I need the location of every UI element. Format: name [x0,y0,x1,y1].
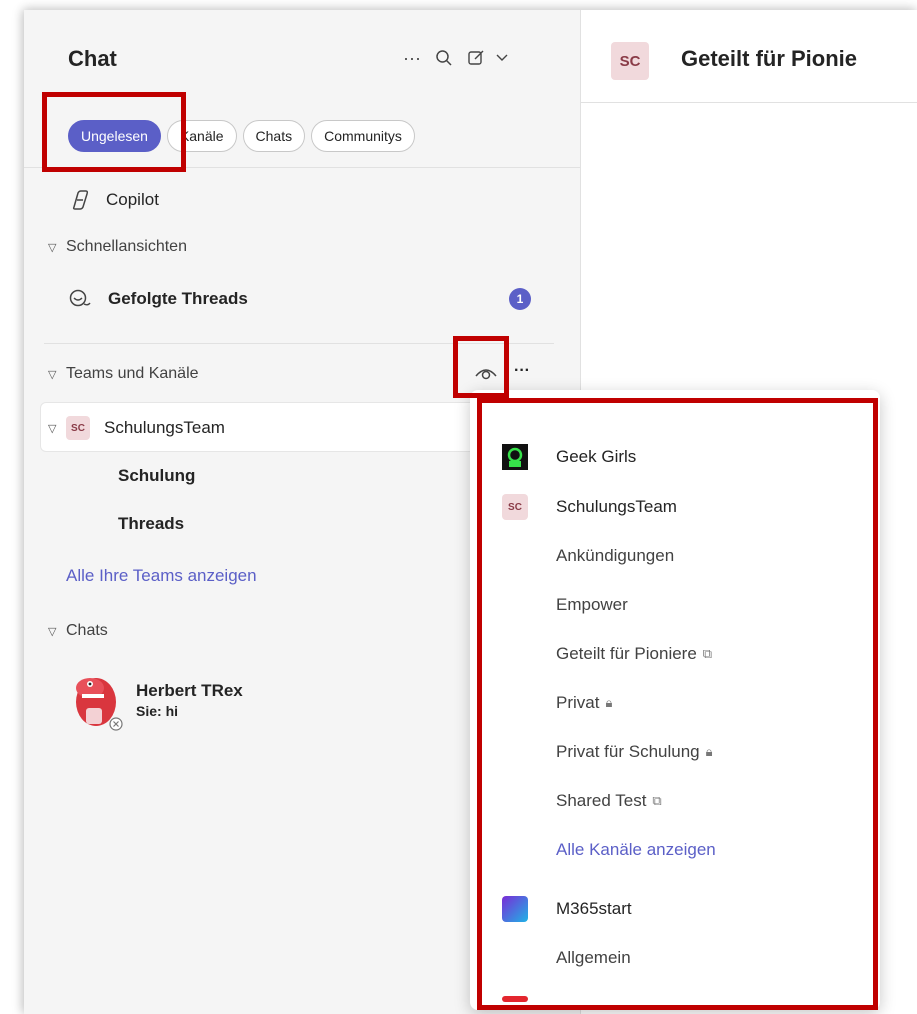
avatar [76,678,123,731]
teams-window: Chat ··· Ungelesen Kanäle Chats Communit… [24,10,917,1014]
chevron-down-icon: ▽ [48,625,57,638]
channel-item[interactable]: Threads [118,514,184,534]
popup-channel-privat-schulung[interactable]: Privat für Schulung 🔒︎ [556,742,713,762]
chevron-down-icon: ▽ [48,368,57,381]
lock-icon: 🔒︎ [705,744,713,759]
geek-girls-avatar [502,444,528,470]
teams-channels-header[interactable]: ▽ Teams und Kanäle [48,365,199,383]
channel-label: Ankündigungen [556,546,675,565]
filter-chats[interactable]: Chats [242,120,306,152]
copilot-item[interactable]: Copilot [68,188,159,212]
chevron-down-icon[interactable] [492,40,512,76]
popup-channel-empower[interactable]: Empower [556,595,628,615]
copilot-icon [72,190,89,210]
chat-preview: Sie: hi [136,703,179,719]
chats-label: Chats [66,622,108,639]
more-options-icon[interactable]: ··· [396,40,428,76]
team-avatar: SC [66,416,90,440]
conversation-header: SC Geteilt für Pionie [581,10,917,103]
search-icon[interactable] [428,40,460,76]
chevron-down-icon: ▽ [48,241,57,254]
filter-bar: Ungelesen Kanäle Chats Communitys [68,120,415,152]
channel-label: Privat für Schulung [556,742,700,761]
team-channel-popup: Geek Girls SC SchulungsTeam Ankündigunge… [470,390,880,1010]
popup-channel-privat[interactable]: Privat 🔒︎ [556,693,612,713]
divider [44,343,554,344]
quick-views-label: Schnellansichten [66,238,187,255]
team-item[interactable]: ▽ SC SchulungsTeam [48,416,225,440]
channel-label: Empower [556,595,628,614]
show-all-channels-link[interactable]: Alle Kanäle anzeigen [556,840,716,860]
chevron-down-icon: ▽ [48,422,57,435]
conversation-title: Geteilt für Pionie [681,46,858,71]
popup-team-geek-girls[interactable]: Geek Girls [556,447,636,467]
channel-item[interactable]: Schulung [118,466,195,486]
chat-item-herbert[interactable]: Herbert TRex Sie: hi [68,668,243,732]
popup-channel-announcements[interactable]: Ankündigungen [556,546,674,566]
conversation-avatar: SC [611,42,649,80]
followed-threads-label: Gefolgte Threads [108,289,248,308]
popup-team-m365start[interactable]: M365start [556,899,632,919]
popup-channel-shared-test[interactable]: Shared Test ⧉ [556,791,662,811]
popup-channel-geteilt[interactable]: Geteilt für Pioniere ⧉ [556,644,712,664]
threads-icon [69,289,91,307]
copilot-label: Copilot [106,190,159,209]
followed-threads-item[interactable]: Gefolgte Threads [68,288,248,310]
header-actions: ··· [396,40,512,76]
shared-icon: ⧉ [652,793,662,808]
channel-label: Privat [556,693,600,712]
shared-icon: ⧉ [702,646,713,661]
channel-label: Shared Test [556,791,647,810]
channel-label: Geteilt für Pioniere [556,644,697,663]
chat-item-text: Herbert TRex Sie: hi [136,681,243,719]
partial-team-avatar [502,996,528,1002]
chats-header[interactable]: ▽ Chats [48,622,108,640]
filter-unread[interactable]: Ungelesen [68,120,161,152]
m365start-avatar [502,896,528,922]
divider [24,167,580,168]
quick-views-header[interactable]: ▽ Schnellansichten [48,238,187,256]
team-name: SchulungsTeam [104,418,225,437]
teams-channels-label: Teams und Kanäle [66,365,199,382]
lock-icon: 🔒︎ [605,695,613,710]
show-all-teams-link[interactable]: Alle Ihre Teams anzeigen [66,566,257,586]
filter-communities[interactable]: Communitys [311,120,415,152]
popup-channel-allgemein[interactable]: Allgemein [556,948,631,968]
chat-name: Herbert TRex [136,681,243,700]
page-title: Chat [68,46,117,71]
filter-channels[interactable]: Kanäle [166,120,237,152]
compose-icon[interactable] [460,40,492,76]
schulungsteam-avatar: SC [502,494,528,520]
popup-team-schulungsteam[interactable]: SchulungsTeam [556,497,677,517]
eye-icon[interactable] [474,362,498,382]
unread-count-badge: 1 [509,288,531,310]
teams-more-options-icon[interactable]: ··· [514,362,530,380]
